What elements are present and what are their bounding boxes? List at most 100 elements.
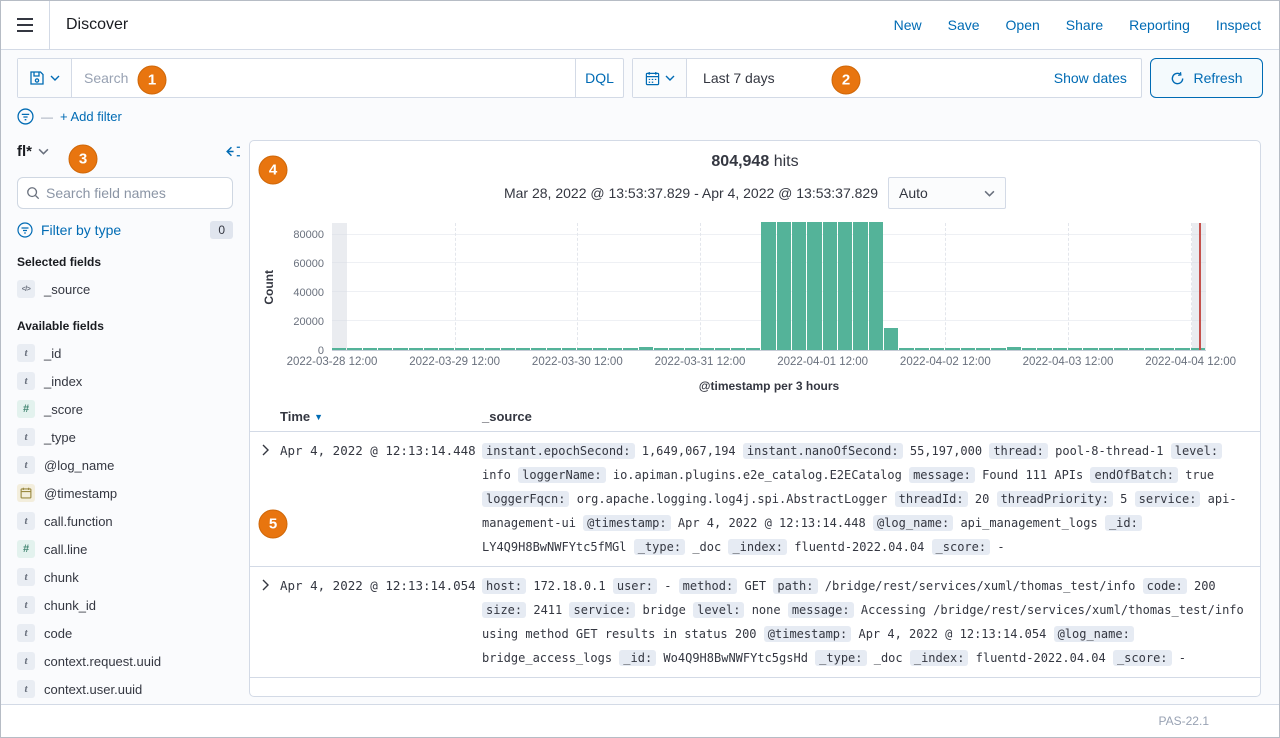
histogram-bar[interactable]: [1145, 348, 1159, 350]
histogram-bar[interactable]: [547, 348, 561, 350]
histogram-bar[interactable]: [639, 347, 653, 350]
histogram-bar[interactable]: [884, 328, 898, 350]
histogram-bar[interactable]: [669, 348, 683, 350]
histogram-bar[interactable]: [501, 348, 515, 350]
field-item-_index[interactable]: t_index: [17, 367, 233, 395]
histogram-bar[interactable]: [685, 348, 699, 350]
add-filter-link[interactable]: + Add filter: [60, 109, 122, 124]
histogram-bar[interactable]: [593, 348, 607, 350]
histogram-bar[interactable]: [455, 348, 469, 350]
menu-button[interactable]: [1, 1, 50, 49]
nav-link-save[interactable]: Save: [948, 17, 980, 33]
expand-row-button[interactable]: [250, 574, 280, 670]
histogram-bar[interactable]: [869, 222, 883, 350]
histogram-bar[interactable]: [853, 222, 867, 350]
histogram-bar[interactable]: [516, 348, 530, 350]
histogram-bar[interactable]: [1175, 348, 1189, 350]
histogram-bar[interactable]: [792, 222, 806, 350]
histogram-bar[interactable]: [332, 348, 346, 350]
histogram-bar[interactable]: [731, 348, 745, 350]
histogram-bar[interactable]: [393, 348, 407, 350]
x-tick-label: 2022-03-28 12:00: [287, 356, 378, 368]
histogram-bar[interactable]: [700, 348, 714, 350]
histogram-bar[interactable]: [976, 348, 990, 350]
time-range-value[interactable]: Last 7 days: [687, 70, 775, 86]
histogram-bar[interactable]: [1160, 348, 1174, 350]
filter-icon[interactable]: [17, 108, 34, 125]
histogram-bar[interactable]: [623, 348, 637, 350]
time-column-header[interactable]: Time▼: [280, 409, 482, 424]
nav-link-new[interactable]: New: [894, 17, 922, 33]
histogram-bar[interactable]: [1099, 348, 1113, 350]
histogram-bar[interactable]: [991, 348, 1005, 350]
collapse-sidebar-button[interactable]: [224, 143, 241, 160]
field-item-@timestamp[interactable]: @timestamp: [17, 479, 233, 507]
histogram-bar[interactable]: [1129, 348, 1143, 350]
field-item-_type[interactable]: t_type: [17, 423, 233, 451]
histogram-bar[interactable]: [363, 348, 377, 350]
field-item-chunk[interactable]: tchunk: [17, 563, 233, 591]
field-item-call.line[interactable]: #call.line: [17, 535, 233, 563]
histogram-bar[interactable]: [838, 222, 852, 350]
histogram-bar[interactable]: [777, 222, 791, 350]
histogram-bar[interactable]: [930, 348, 944, 350]
histogram-bar[interactable]: [761, 222, 775, 350]
histogram-bar[interactable]: [807, 222, 821, 350]
field-item-chunk_id[interactable]: tchunk_id: [17, 591, 233, 619]
field-item-context.user.uuid[interactable]: tcontext.user.uuid: [17, 675, 233, 703]
histogram-bar[interactable]: [577, 348, 591, 350]
index-pattern-selector[interactable]: fl*: [17, 143, 49, 160]
histogram-bar[interactable]: [485, 348, 499, 350]
nav-link-share[interactable]: Share: [1066, 17, 1103, 33]
nav-link-open[interactable]: Open: [1006, 17, 1040, 33]
histogram-bar[interactable]: [608, 348, 622, 350]
expand-row-button[interactable]: [250, 439, 280, 559]
field-search-input[interactable]: [46, 185, 224, 201]
field-item-code[interactable]: tcode: [17, 619, 233, 647]
row-timestamp: Apr 4, 2022 @ 12:13:14.054: [280, 574, 482, 670]
histogram-bar[interactable]: [915, 348, 929, 350]
histogram-bar[interactable]: [1007, 347, 1021, 350]
interval-select[interactable]: Auto: [888, 177, 1006, 209]
histogram-bar[interactable]: [1191, 348, 1205, 350]
histogram-bar[interactable]: [899, 348, 913, 350]
histogram-bar[interactable]: [470, 348, 484, 350]
refresh-icon: [1170, 71, 1185, 86]
histogram-bar[interactable]: [409, 348, 423, 350]
histogram-bar[interactable]: [1068, 348, 1082, 350]
histogram-bar[interactable]: [1037, 348, 1051, 350]
nav-link-inspect[interactable]: Inspect: [1216, 17, 1261, 33]
query-language-button[interactable]: DQL: [575, 59, 623, 97]
histogram-bar[interactable]: [439, 348, 453, 350]
filter-by-type[interactable]: Filter by type 0: [17, 221, 233, 239]
plot-area[interactable]: [332, 223, 1206, 351]
field-item-_id[interactable]: t_id: [17, 339, 233, 367]
histogram-bar[interactable]: [1114, 348, 1128, 350]
histogram-bar[interactable]: [1083, 348, 1097, 350]
histogram-bar[interactable]: [424, 348, 438, 350]
hits-line: 804,948 hits: [250, 141, 1260, 171]
histogram-bar[interactable]: [961, 348, 975, 350]
histogram-bar[interactable]: [378, 348, 392, 350]
histogram-bar[interactable]: [823, 222, 837, 350]
nav-link-reporting[interactable]: Reporting: [1129, 17, 1190, 33]
field-item-@log_name[interactable]: t@log_name: [17, 451, 233, 479]
histogram-bar[interactable]: [746, 348, 760, 350]
histogram-bar[interactable]: [1022, 348, 1036, 350]
histogram-bar[interactable]: [531, 348, 545, 350]
field-item-context.request.uuid[interactable]: tcontext.request.uuid: [17, 647, 233, 675]
histogram-bar[interactable]: [715, 348, 729, 350]
histogram-bar[interactable]: [562, 348, 576, 350]
histogram-bar[interactable]: [654, 348, 668, 350]
histogram-bar[interactable]: [347, 348, 361, 350]
histogram-bar[interactable]: [945, 348, 959, 350]
field-item-call.function[interactable]: tcall.function: [17, 507, 233, 535]
histogram-bar[interactable]: [1053, 348, 1067, 350]
field-item-_source[interactable]: </>_source: [17, 275, 233, 303]
refresh-button[interactable]: Refresh: [1150, 58, 1263, 98]
date-quick-menu-button[interactable]: [633, 59, 687, 97]
show-dates-link[interactable]: Show dates: [1054, 70, 1141, 86]
saved-query-menu-button[interactable]: [18, 59, 72, 97]
histogram-chart[interactable]: Count 020000400006000080000 2022-03-28 1…: [250, 223, 1260, 393]
field-item-_score[interactable]: #_score: [17, 395, 233, 423]
